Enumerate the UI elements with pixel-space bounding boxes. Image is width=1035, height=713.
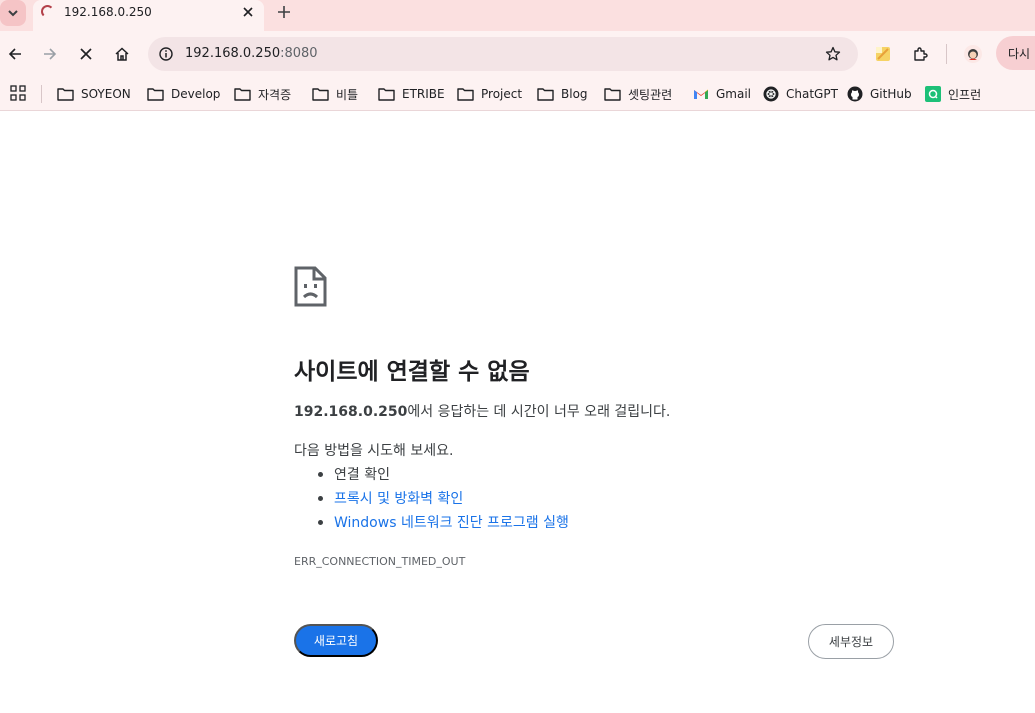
apps-button[interactable] — [10, 85, 26, 101]
toolbar-divider — [946, 44, 947, 64]
folder-icon — [537, 88, 554, 101]
error-code: ERR_CONNECTION_TIMED_OUT — [294, 555, 466, 568]
bookmark-label: Develop — [171, 87, 221, 101]
forward-button[interactable] — [37, 41, 63, 67]
relaunch-button[interactable]: 다시 — [996, 36, 1035, 70]
profile-button[interactable] — [960, 41, 986, 67]
folder-icon — [147, 88, 164, 101]
bookmark-label: 비틀 — [336, 87, 359, 102]
arrow-right-icon — [44, 48, 57, 60]
stop-button[interactable] — [73, 41, 99, 67]
extension-note-icon — [876, 47, 890, 61]
bookmark-label: ChatGPT — [786, 87, 838, 101]
home-button[interactable] — [109, 41, 135, 67]
github-icon — [847, 86, 863, 102]
tab-active[interactable]: 192.168.0.250 — [33, 0, 264, 31]
bookmark-github[interactable]: GitHub — [847, 83, 912, 105]
bookmark-folder[interactable]: 비틀 — [312, 83, 358, 105]
bookmark-folder[interactable]: 셋팅관련 — [604, 83, 672, 105]
url-host: 192.168.0.250 — [185, 46, 281, 61]
back-button[interactable] — [2, 41, 28, 67]
bookmark-label: Gmail — [716, 87, 752, 101]
bookmarks-divider — [41, 85, 42, 103]
url-text[interactable]: 192.168.0.250:8080 — [185, 46, 318, 61]
suggestion-check-connection: 연결 확인 — [316, 464, 569, 488]
sad-page-icon — [294, 266, 327, 307]
bookmark-label: 셋팅관련 — [628, 87, 673, 102]
bookmark-chatgpt[interactable]: ChatGPT — [763, 83, 838, 105]
new-tab-button[interactable] — [273, 1, 295, 23]
tab-close-button[interactable] — [238, 2, 258, 22]
site-info-button[interactable] — [158, 46, 174, 62]
bookmark-star-button[interactable] — [823, 44, 843, 64]
bookmark-label: Blog — [561, 87, 588, 101]
folder-icon — [57, 88, 74, 101]
suggestion-network-diagnostics-link[interactable]: Windows 네트워크 진단 프로그램 실행 — [316, 512, 569, 536]
tab-strip: 192.168.0.250 — [0, 0, 1035, 31]
error-message: 192.168.0.250에서 응답하는 데 시간이 너무 오래 걸립니다. — [294, 401, 670, 421]
bookmark-folder[interactable]: 자격증 — [234, 83, 291, 105]
tab-title: 192.168.0.250 — [64, 5, 152, 19]
bookmark-folder[interactable]: SOYEON — [57, 83, 131, 105]
folder-icon — [234, 88, 251, 101]
close-icon — [80, 48, 92, 60]
suggestion-list: 연결 확인 프록시 및 방화벽 확인 Windows 네트워크 진단 프로그램 … — [316, 464, 569, 536]
plus-icon — [278, 6, 290, 18]
info-icon — [159, 47, 173, 61]
gmail-icon — [694, 89, 708, 99]
folder-icon — [312, 88, 329, 101]
error-host: 192.168.0.250 — [294, 404, 408, 420]
tab-search-button[interactable] — [0, 0, 26, 26]
bookmark-label: Project — [481, 87, 523, 101]
bookmark-label: 인프런 — [948, 87, 982, 102]
avatar-icon — [964, 45, 982, 63]
bookmark-inflearn[interactable]: 인프런 — [925, 83, 981, 105]
bookmark-label: ETRIBE — [402, 87, 445, 101]
toolbar: 192.168.0.250:8080 다시 — [0, 31, 1035, 77]
chatgpt-icon — [763, 86, 779, 102]
details-button[interactable]: 세부정보 — [808, 624, 894, 659]
extensions-menu-button[interactable] — [907, 41, 933, 67]
inflearn-icon — [925, 86, 941, 102]
bookmark-folder[interactable]: ETRIBE — [378, 83, 445, 105]
apps-grid-icon — [10, 85, 26, 101]
bookmark-folder[interactable]: Blog — [537, 83, 588, 105]
folder-icon — [604, 88, 621, 101]
puzzle-icon — [914, 47, 928, 61]
relaunch-label: 다시 — [1008, 47, 1031, 61]
bookmark-label: 자격증 — [258, 87, 292, 102]
folder-icon — [457, 88, 474, 101]
home-icon — [115, 47, 129, 61]
reload-button[interactable]: 새로고침 — [294, 624, 378, 657]
url-port: :8080 — [280, 46, 318, 61]
error-title: 사이트에 연결할 수 없음 — [294, 359, 530, 385]
error-message-text: 에서 응답하는 데 시간이 너무 오래 걸립니다. — [407, 404, 671, 420]
bookmarks-bar: SOYEON Develop 자격증 비틀 ETRIBE Project Blo… — [0, 77, 1035, 111]
bookmark-label: SOYEON — [81, 87, 131, 101]
bookmark-gmail[interactable]: Gmail — [693, 83, 751, 105]
arrow-left-icon — [8, 48, 21, 60]
extension-button[interactable] — [870, 41, 896, 67]
suggestion-check-proxy-link[interactable]: 프록시 및 방화벽 확인 — [316, 488, 569, 512]
chevron-down-icon — [8, 10, 18, 17]
bookmark-folder[interactable]: Project — [457, 83, 522, 105]
loading-spinner-icon — [41, 5, 54, 18]
bookmark-folder[interactable]: Develop — [147, 83, 220, 105]
close-icon — [243, 7, 253, 17]
star-icon — [825, 46, 841, 61]
try-heading: 다음 방법을 시도해 보세요. — [294, 443, 454, 459]
address-bar[interactable]: 192.168.0.250:8080 — [148, 37, 858, 71]
folder-icon — [378, 88, 395, 101]
bookmark-label: GitHub — [870, 87, 912, 101]
